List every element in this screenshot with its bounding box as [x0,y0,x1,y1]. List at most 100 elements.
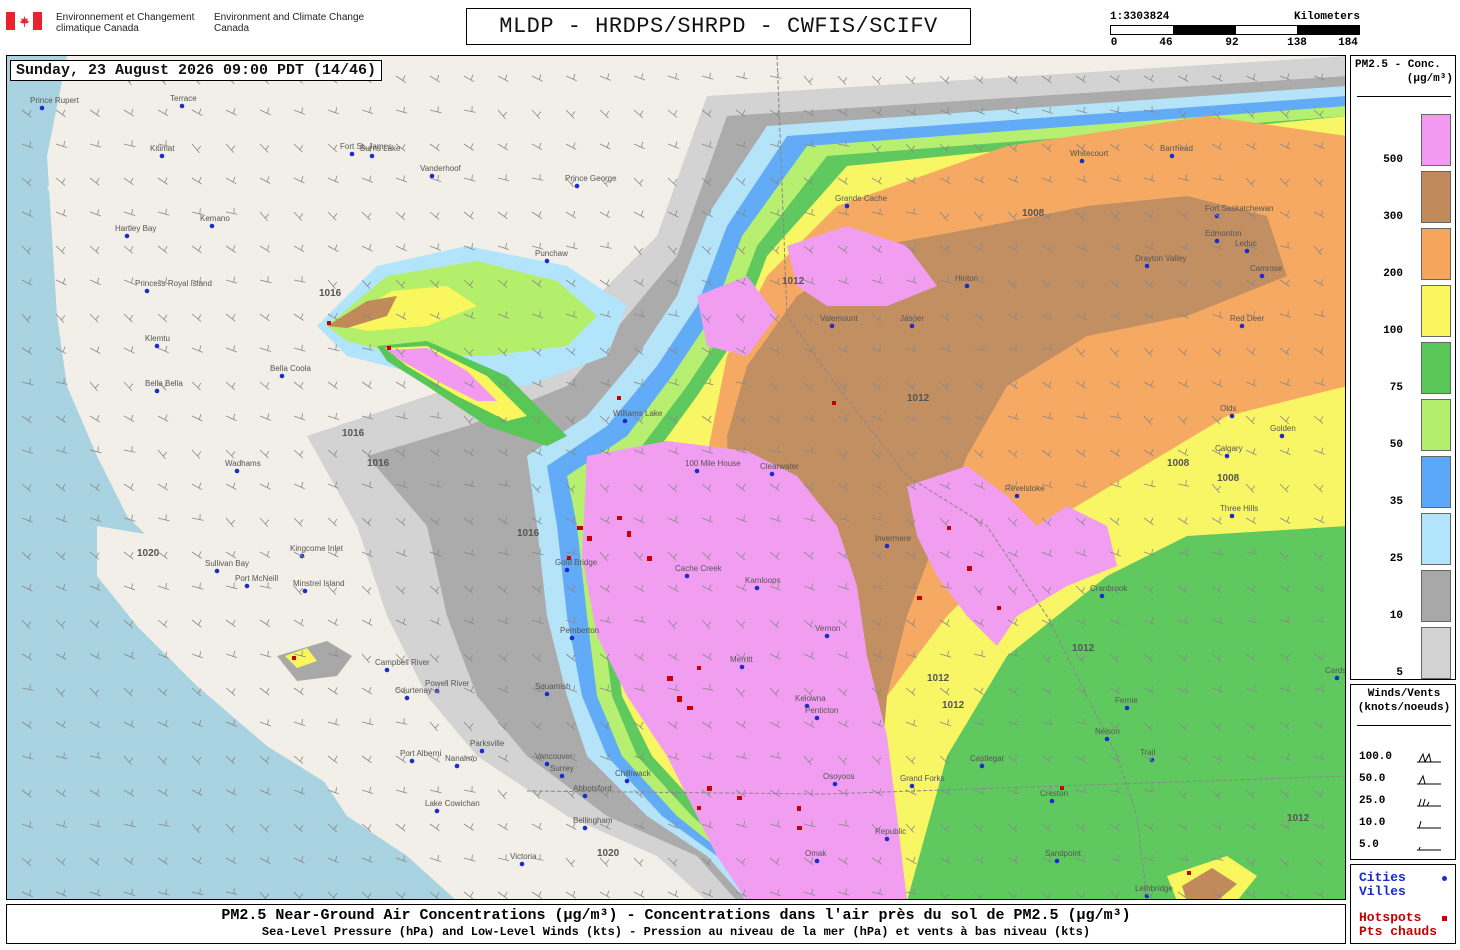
legend-swatch [1421,570,1451,622]
city-label: Prince George [565,174,617,183]
wind-speed-label: 5.0 [1359,839,1379,851]
legend-swatch [1421,285,1451,337]
legend-title: PM2.5 - Conc. (µg/m³) [1355,58,1453,86]
city-dot [1049,798,1055,804]
legend-label: 500 [1383,154,1403,166]
city-label: Olds [1220,404,1236,413]
city-dot [909,783,915,789]
caption-line1: PM2.5 Near-Ground Air Concentrations (µg… [221,907,1131,924]
legend-label: 10 [1389,610,1403,622]
city-dot [279,373,285,379]
scale-tick: 184 [1338,37,1358,49]
winds-title-line1: Winds/Vents [1367,688,1441,700]
legend-swatch [1421,456,1451,508]
city-dot [884,836,890,842]
city-dot [1279,433,1285,439]
city-label: Whitecourt [1070,149,1109,158]
isobar-label: 1012 [1072,643,1095,654]
legend-swatch [1421,114,1451,166]
isobar-label: 1012 [942,700,965,711]
smoke-forecast-map[interactable]: 1016 1012 1016 1016 1012 1020 1008 1012 … [6,55,1346,900]
map-canvas[interactable]: 1016 1012 1016 1016 1012 1020 1008 1012 … [7,56,1346,900]
city-label: Minstrel Island [293,579,345,588]
city-dot [1144,263,1150,269]
city-label: Port McNeill [235,574,278,583]
city-dot [739,664,745,670]
city-dot [684,573,690,579]
city-dot [244,583,250,589]
legend-label: 25 [1389,553,1403,565]
concentration-legend: PM2.5 - Conc. (µg/m³) 500 300 200 100 75 50 35… [1350,55,1456,680]
city-label: Victoria [510,852,537,861]
city-label: Powell River [425,679,470,688]
isobar-label: 1008 [1217,473,1240,484]
city-dot [454,763,460,769]
city-label: Barrhead [1160,144,1193,153]
city-label: Surrey [550,764,574,773]
legend-label: 50 [1389,439,1403,451]
city-dot [409,758,415,764]
caption-line2: Sea-Level Pressure (hPa) and Low-Level W… [261,925,1091,939]
city-label: Invermere [875,534,912,543]
wind-barb-icon [1417,820,1441,829]
wind-speed-label: 50.0 [1359,773,1386,785]
city-dot [564,567,570,573]
city-label: Parksville [470,739,505,748]
legend-swatch [1421,171,1451,223]
wind-barb-icon [1417,774,1441,785]
scale-tick: 0 [1110,37,1118,49]
city-label: Camrose [1250,264,1283,273]
city-dot [582,793,588,799]
city-label: Kamloops [745,576,781,585]
city-dot [1054,858,1060,864]
city-label: Cardston [1325,666,1346,675]
city-dot [404,695,410,701]
city-dot [569,635,575,641]
isobar-label: 1020 [137,548,160,559]
city-dot [624,778,630,784]
city-label: Calgary [1215,444,1243,453]
wind-barb-icon [1417,798,1441,807]
legend-swatch [1421,399,1451,451]
city-label: Lake Cowichan [425,799,480,808]
scale-tick: 46 [1159,37,1173,49]
city-dot [844,203,850,209]
city-label: Penticton [805,706,838,715]
city-dot [179,103,185,109]
city-dot [832,781,838,787]
legend-swatch [1421,228,1451,280]
government-branding: Environnement et Changement climatique C… [6,12,372,34]
city-label: Leduc [1235,239,1257,248]
city-dot [814,858,820,864]
city-label: Edmonton [1205,229,1241,238]
city-dot [124,233,130,239]
legend-title-line2: (µg/m³) [1406,73,1453,85]
city-dot [1244,248,1250,254]
city-label: Gold Bridge [555,558,598,567]
department-name-fr: Environnement et Changement climatique C… [56,12,195,34]
legend-swatch [1421,342,1451,394]
city-label: Williams Lake [613,409,663,418]
city-label: Trail [1140,748,1155,757]
city-label: Pemberton [560,626,599,635]
isobar-label: 1012 [1287,813,1310,824]
legend-label: 75 [1389,382,1403,394]
city-dot [154,388,160,394]
city-dot [622,418,628,424]
wind-speed-label: 25.0 [1359,795,1386,807]
isobar-label: 1020 [597,848,620,859]
legend-label: 200 [1383,268,1403,280]
city-label: Sullivan Bay [205,559,249,568]
city-label: Grand Forks [900,774,944,783]
city-label: Prince Rupert [30,96,80,105]
wind-speed-label: 100.0 [1359,751,1393,763]
city-dot [1229,513,1235,519]
city-dot [519,861,525,867]
city-dot [1214,238,1220,244]
city-label: Hartley Bay [115,224,156,233]
legend-swatch [1421,627,1451,679]
city-label: Punchaw [535,249,568,258]
scale-unit: Kilometers [1293,11,1360,23]
isobar-label: 1016 [342,428,365,439]
city-dot [694,468,700,474]
